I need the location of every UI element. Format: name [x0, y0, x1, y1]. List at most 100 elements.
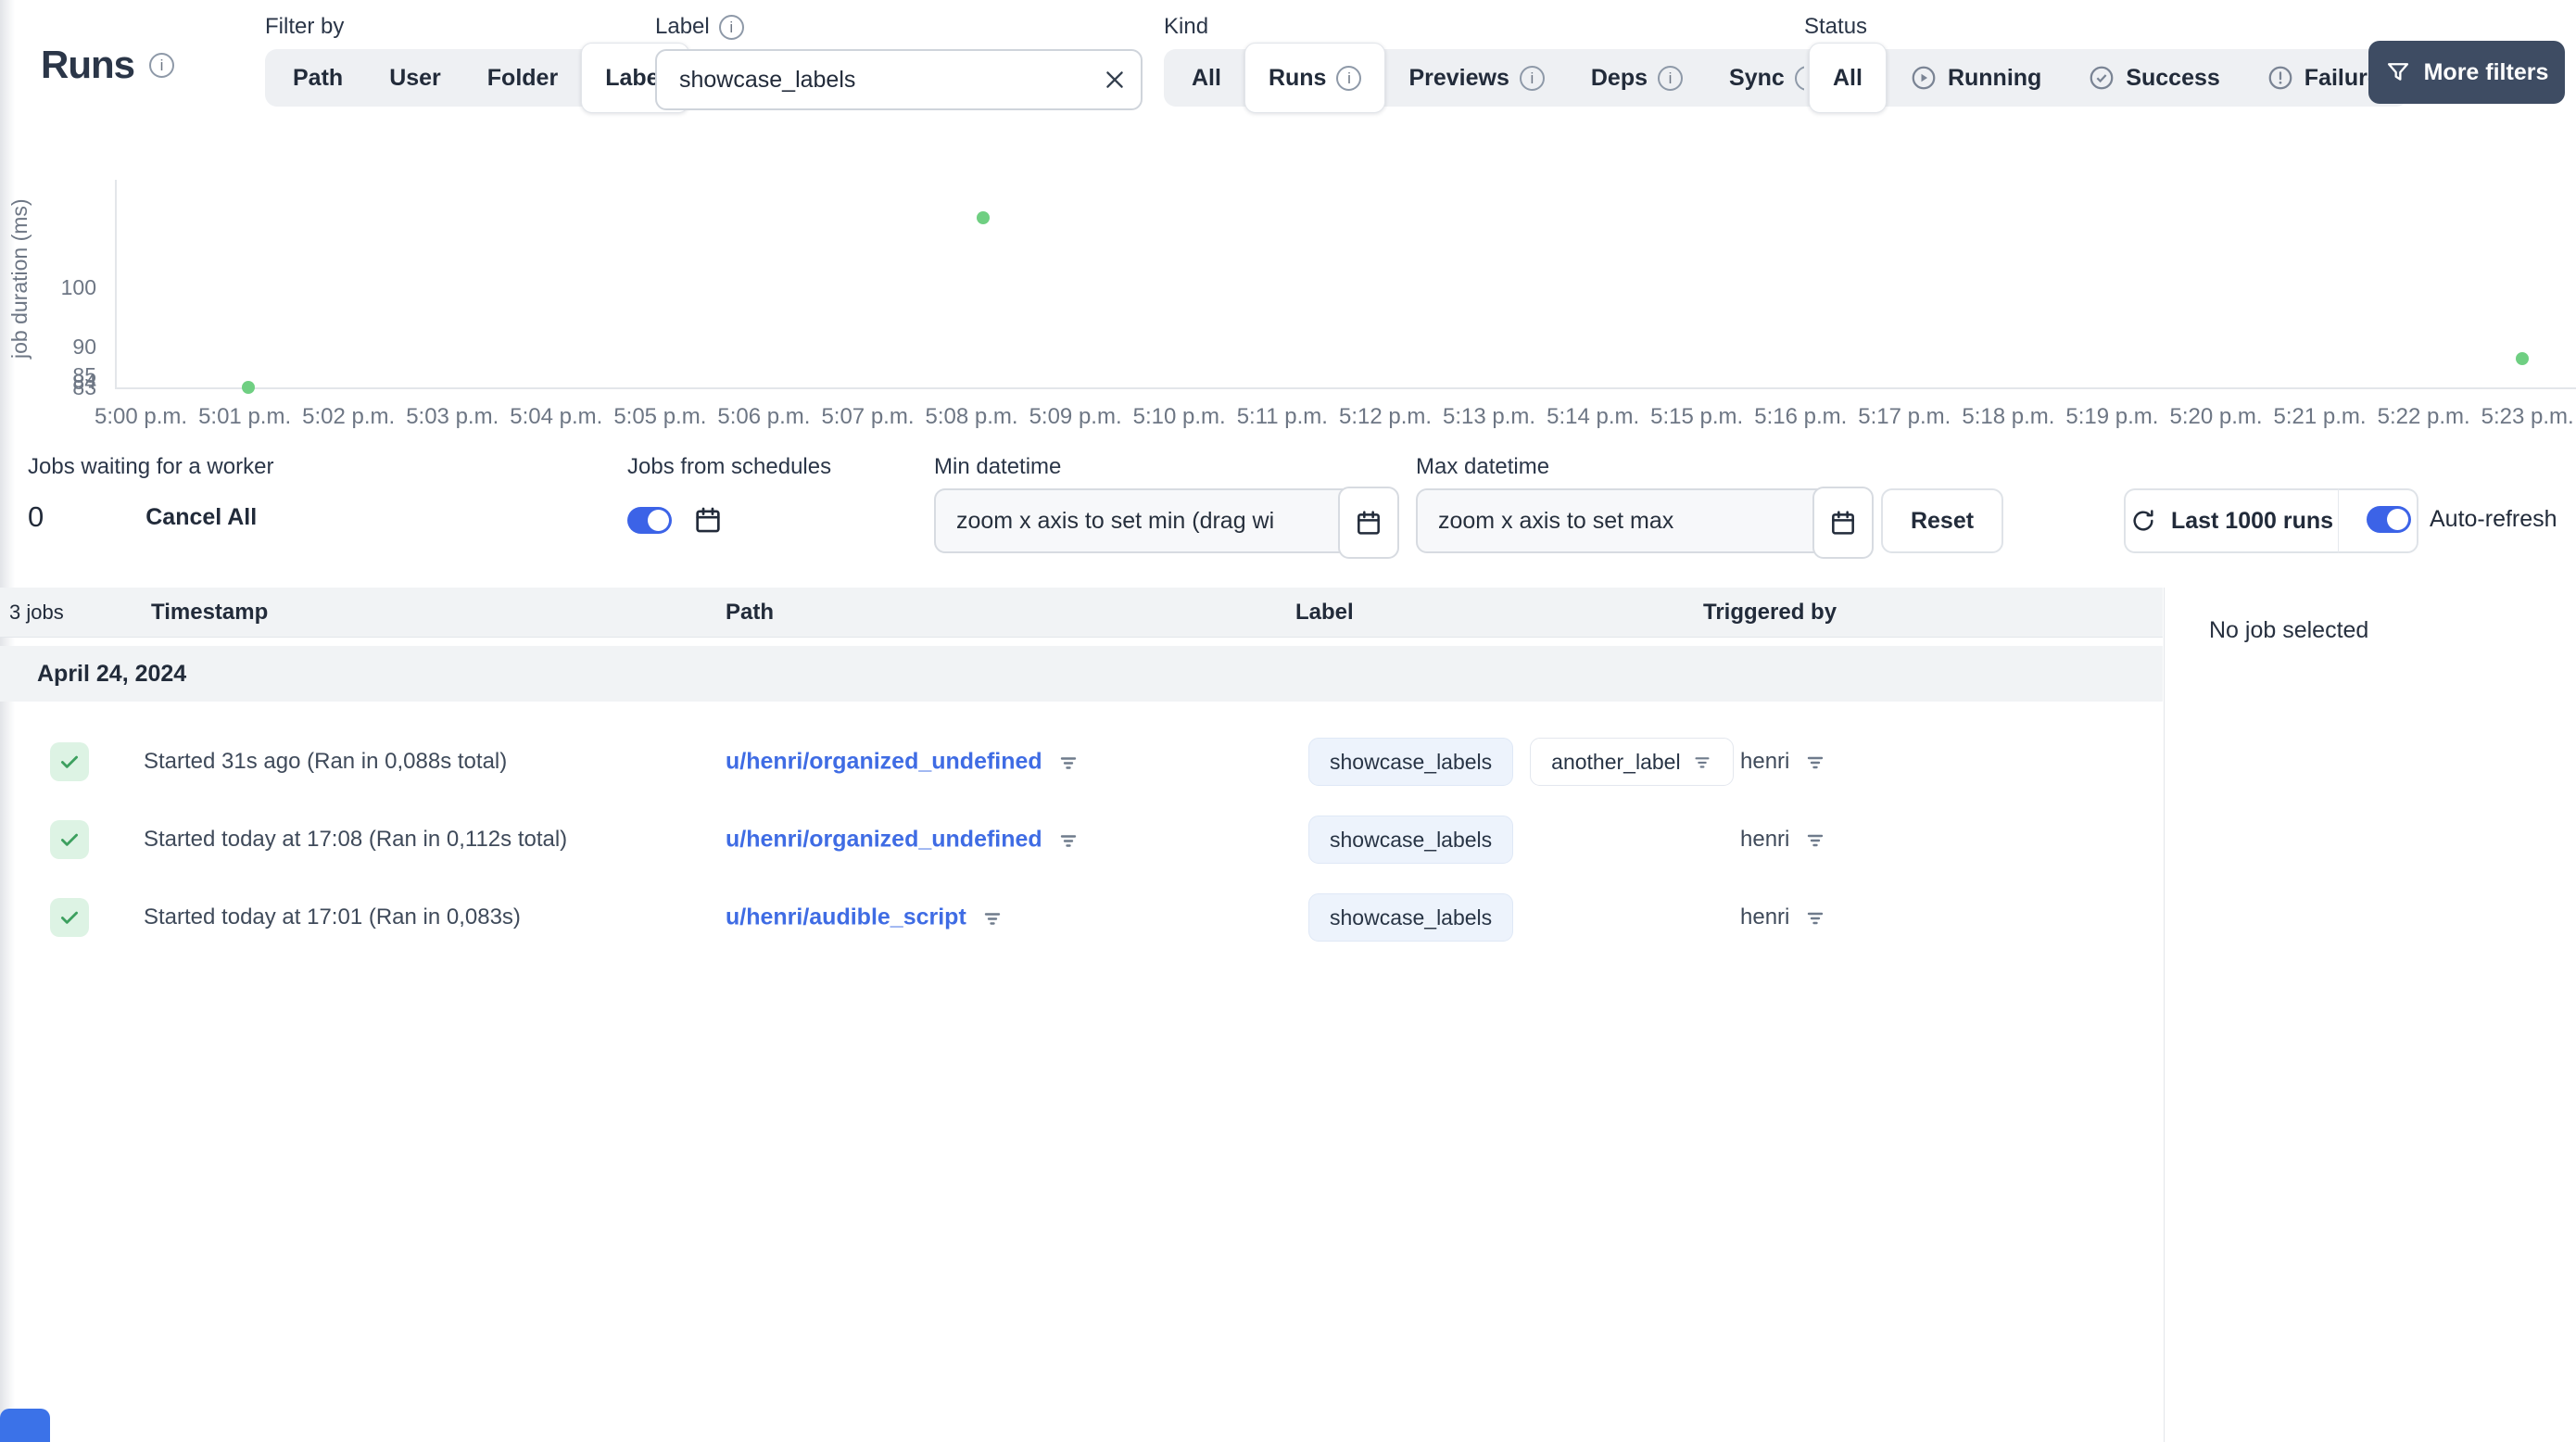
filter-lines-icon[interactable] [981, 906, 1004, 929]
calendar-icon [692, 504, 724, 536]
x-tick-label: 5:01 p.m. [198, 404, 292, 429]
table-row[interactable]: Started 31s ago (Ran in 0,088s total) u/… [0, 723, 2163, 801]
reset-button[interactable]: Reset [1881, 488, 2003, 553]
table-row[interactable]: Started today at 17:08 (Ran in 0,112s to… [0, 801, 2163, 879]
label-filter-input[interactable] [657, 66, 1089, 94]
success-status-icon [50, 820, 89, 859]
run-data-point[interactable] [977, 211, 991, 225]
info-icon[interactable] [1658, 65, 1684, 91]
min-datetime-input[interactable] [936, 507, 1397, 535]
jobs-waiting-group: Jobs waiting for a worker 0 Cancel All [28, 454, 273, 534]
x-tick-label: 5:18 p.m. [1962, 404, 2055, 429]
auto-refresh-toggle[interactable] [2367, 506, 2411, 533]
run-timestamp: Started 31s ago (Ran in 0,088s total) [144, 749, 508, 774]
calendar-icon [1832, 511, 1854, 535]
status-segmented: All Running Success Failure [1804, 43, 2408, 113]
max-datetime-calendar-button[interactable] [1812, 487, 1874, 559]
jobs-from-schedules-toggle[interactable] [627, 506, 672, 534]
filter-lines-icon[interactable] [1057, 751, 1080, 773]
col-label: Label [1295, 599, 1354, 625]
x-tick-label: 5:16 p.m. [1754, 404, 1848, 429]
kind-runs[interactable]: Runs [1244, 43, 1386, 113]
x-tick-label: 5:15 p.m. [1650, 404, 1744, 429]
label-badge[interactable]: showcase_labels [1308, 893, 1514, 942]
kind-all[interactable]: All [1168, 49, 1244, 107]
filter-lines-icon [1695, 757, 1710, 768]
runs-limit-button[interactable]: Last 1000 runs [2124, 488, 2339, 553]
x-tick-label: 5:12 p.m. [1338, 404, 1433, 429]
label-badge[interactable]: another_label [1530, 738, 1734, 786]
x-tick-label: 5:20 p.m. [2169, 404, 2263, 429]
y-tick: 100 [60, 275, 96, 299]
auto-refresh-group: Auto-refresh [2367, 506, 2557, 533]
kind-previews[interactable]: Previews [1385, 49, 1567, 107]
calendar-icon [1357, 511, 1380, 535]
run-timestamp: Started today at 17:01 (Ran in 0,083s) [144, 904, 521, 930]
cancel-all-button[interactable]: Cancel All [145, 504, 257, 531]
status-all[interactable]: All [1809, 43, 1887, 113]
label-badge[interactable]: showcase_labels [1308, 738, 1514, 786]
jobs-count: 3 jobs [9, 600, 64, 624]
jobs-from-schedules-group: Jobs from schedules [627, 454, 831, 536]
label-badge[interactable]: showcase_labels [1308, 816, 1514, 864]
filter-by-user[interactable]: User [366, 49, 464, 107]
run-data-point[interactable] [2516, 351, 2530, 365]
filter-lines-icon[interactable] [1804, 906, 1826, 929]
status-group: Status All Running Success Failure [1804, 13, 2408, 113]
success-status-icon [50, 742, 89, 781]
label-filter-group: Label [655, 13, 1143, 110]
clear-label-filter-button[interactable] [1089, 51, 1141, 108]
triggered-by-user: henri [1740, 904, 1790, 930]
x-tick-label: 5:02 p.m. [302, 404, 396, 429]
y-axis-title: job duration (ms) [7, 198, 32, 360]
max-datetime-group: Max datetime [1416, 454, 1874, 559]
info-icon[interactable] [149, 52, 174, 78]
run-path-link[interactable]: u/henri/audible_script [726, 904, 966, 931]
x-tick-label: 5:22 p.m. [2377, 404, 2470, 429]
status-running[interactable]: Running [1887, 49, 2065, 107]
run-path-link[interactable]: u/henri/organized_undefined [726, 827, 1042, 854]
filter-lines-icon[interactable] [1804, 829, 1826, 851]
info-icon[interactable] [1336, 65, 1362, 91]
status-success[interactable]: Success [2065, 49, 2242, 107]
x-tick-label: 5:03 p.m. [406, 404, 499, 429]
filter-by-segmented: Path User Folder Label [265, 43, 695, 113]
x-tick-label: 5:13 p.m. [1443, 404, 1536, 429]
runs-page: Runs Filter by Path User Folder Label La… [0, 0, 2576, 1442]
col-timestamp: Timestamp [151, 599, 269, 625]
success-status-icon [50, 898, 89, 937]
triggered-by-user: henri [1740, 827, 1790, 852]
run-path-link[interactable]: u/henri/organized_undefined [726, 749, 1042, 776]
max-datetime-label: Max datetime [1416, 454, 1550, 479]
table-header: 3 jobs Timestamp Path Label Triggered by [0, 588, 2163, 638]
x-tick-label: 5:04 p.m. [510, 404, 603, 429]
x-tick-label: 5:06 p.m. [717, 404, 811, 429]
more-filters-button[interactable]: More filters [2368, 41, 2565, 104]
filter-lines-icon[interactable] [1804, 751, 1826, 773]
run-data-point[interactable] [241, 381, 255, 394]
kind-segmented: All Runs Previews Deps Sync [1164, 43, 1848, 113]
info-icon[interactable] [1519, 65, 1545, 91]
kind-deps[interactable]: Deps [1568, 49, 1706, 107]
filter-by-folder[interactable]: Folder [464, 49, 581, 107]
min-datetime-group: Min datetime [934, 454, 1399, 559]
filter-by-path[interactable]: Path [270, 49, 366, 107]
scatter-plot[interactable]: job duration (ms) 100 90 85 84 83 5:00 p… [0, 120, 2576, 445]
kind-group: Kind All Runs Previews Deps Sync [1164, 13, 1848, 113]
play-circle-icon [1910, 64, 1938, 92]
label-filter-caption: Label [655, 13, 1143, 41]
info-icon[interactable] [718, 14, 744, 40]
y-tick: 90 [72, 335, 96, 359]
triggered-by-user: henri [1740, 749, 1790, 774]
x-tick-label: 5:14 p.m. [1547, 404, 1640, 429]
max-datetime-input[interactable] [1418, 507, 1872, 535]
sidebar-corner-badge[interactable] [0, 1409, 50, 1442]
filter-lines-icon[interactable] [1057, 829, 1080, 851]
kind-label: Kind [1164, 14, 1209, 39]
min-datetime-calendar-button[interactable] [1338, 487, 1399, 559]
label-filter-input-wrap [655, 49, 1143, 110]
x-tick-label: 5:23 p.m. [2481, 404, 2574, 429]
x-tick-label: 5:10 p.m. [1132, 404, 1226, 429]
funnel-icon [2385, 59, 2411, 85]
table-row[interactable]: Started today at 17:01 (Ran in 0,083s) u… [0, 879, 2163, 956]
